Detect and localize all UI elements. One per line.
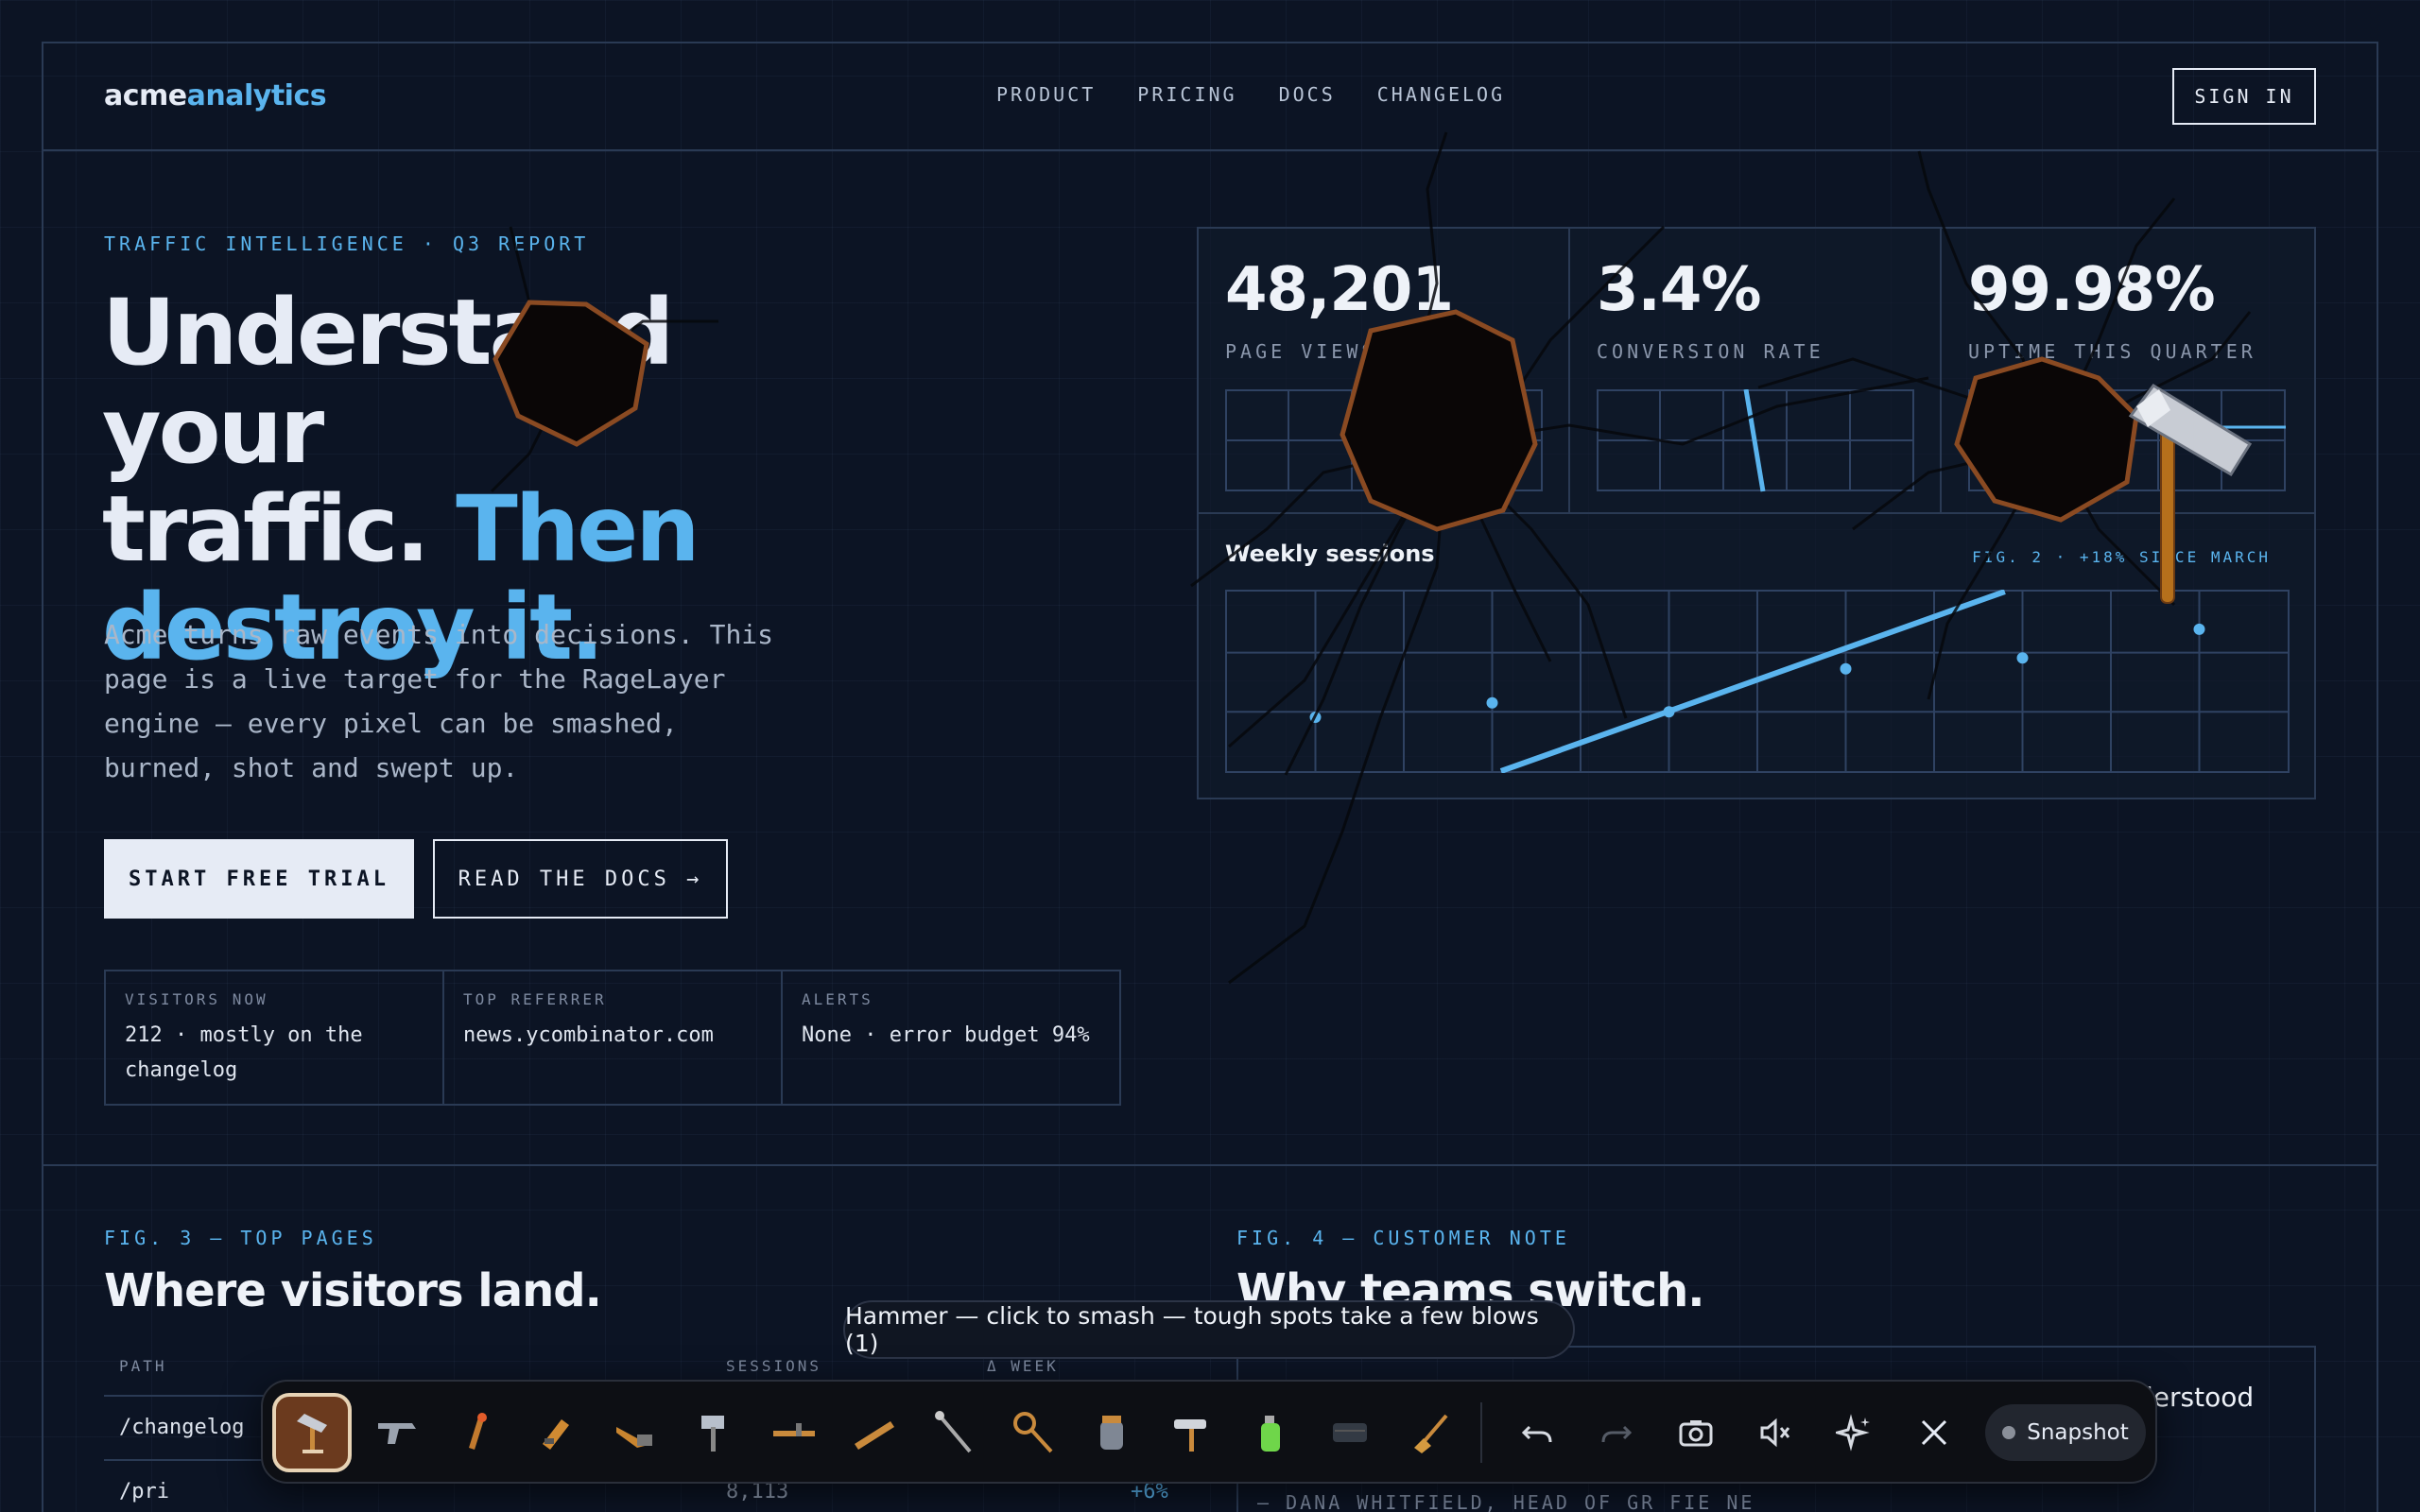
live-stats: VISITORS NOW 212 · mostly on the changel…: [104, 970, 1121, 1106]
weekly-sessions-chart: [1225, 590, 2290, 773]
axe-icon: [935, 1411, 972, 1453]
close-icon: [1921, 1419, 1947, 1446]
tape-icon: [1333, 1423, 1367, 1442]
sign-in-button[interactable]: SIGN IN: [2172, 68, 2316, 125]
hammer-icon: [297, 1414, 327, 1453]
bat-icon: [855, 1421, 894, 1450]
column-delta: Δ WEEK: [987, 1357, 1059, 1375]
flamethrower-icon: [469, 1413, 487, 1450]
mute-icon: [1760, 1418, 1790, 1448]
pistol-icon: [543, 1419, 569, 1450]
screenshot-button[interactable]: [1668, 1404, 1724, 1461]
jar-icon: [1100, 1416, 1123, 1450]
tool-lasso[interactable]: [993, 1393, 1072, 1472]
tool-pistol[interactable]: [516, 1393, 596, 1472]
tool-tape[interactable]: [1310, 1393, 1390, 1472]
sparkline-conversion: [1597, 389, 1914, 492]
tool-hammer[interactable]: [272, 1393, 352, 1472]
metric-page-views: 48,201 PAGE VIEWS · 24H: [1199, 229, 1570, 512]
tool-rifle[interactable]: [754, 1393, 834, 1472]
redo-icon: [1601, 1425, 1633, 1443]
tool-sledgehammer[interactable]: [675, 1393, 754, 1472]
tool-spray[interactable]: [1231, 1393, 1310, 1472]
stat-alerts: ALERTS None · error budget 94%: [802, 990, 1090, 1047]
tool-hint-toast: Hammer — click to smash — tough spots ta…: [843, 1300, 1575, 1359]
trend-line: [1499, 590, 2006, 773]
data-point: [2016, 652, 2029, 664]
effects-button[interactable]: [1826, 1404, 1883, 1461]
sparkline-uptime: [1968, 389, 2286, 491]
tool-chainsaw[interactable]: [596, 1393, 675, 1472]
start-free-trial-button[interactable]: START FREE TRIAL: [104, 839, 414, 919]
customer-attribution: — DANA WHITFIELD, HEAD OF GR FIE NE: [1257, 1491, 1755, 1512]
sparkle-icon: [1836, 1414, 1870, 1452]
nav-docs[interactable]: DOCS: [1279, 83, 1336, 106]
record-dot-icon: [2002, 1426, 2016, 1439]
undo-icon: [1521, 1425, 1552, 1443]
top-pages-title: Where visitors land.: [104, 1264, 602, 1317]
top-pages-eyebrow: FIG. 3 — TOP PAGES: [104, 1227, 377, 1249]
nav-pricing[interactable]: PRICING: [1137, 83, 1236, 106]
metric-uptime: 99.98% UPTIME THIS QUARTER: [1942, 229, 2313, 512]
weekly-sessions-title: Weekly sessions: [1225, 541, 1435, 567]
redo-button[interactable]: [1588, 1404, 1645, 1461]
sparkline-page-views: [1225, 389, 1543, 491]
tool-gun[interactable]: [357, 1393, 437, 1472]
nav-product[interactable]: PRODUCT: [996, 83, 1096, 106]
tool-broom[interactable]: [1390, 1393, 1469, 1472]
data-point: [1486, 696, 1498, 709]
data-point: [2193, 623, 2205, 635]
tool-axe[interactable]: [913, 1393, 993, 1472]
data-point: [1309, 712, 1322, 723]
metric-conversion: 3.4% CONVERSION RATE: [1570, 229, 1942, 512]
undo-button[interactable]: [1509, 1404, 1565, 1461]
customer-note-eyebrow: FIG. 4 — CUSTOMER NOTE: [1236, 1227, 1570, 1249]
stat-referrer: TOP REFERRER news.ycombinator.com: [444, 971, 783, 1104]
gun-icon: [378, 1423, 416, 1444]
rifle-icon: [773, 1423, 815, 1436]
close-button[interactable]: [1906, 1404, 1962, 1461]
hero-description: Acme turns raw events into decisions. Th…: [104, 619, 774, 783]
toolbar-separator: [1480, 1402, 1482, 1463]
section-divider: [42, 1164, 2378, 1166]
hero-eyebrow: TRAFFIC INTELLIGENCE · Q3 REPORT: [104, 232, 590, 255]
metric-cards: 48,201 PAGE VIEWS · 24H 3.4% CONVERSION …: [1199, 229, 2314, 514]
column-sessions: SESSIONS: [726, 1357, 822, 1375]
site-header: acmeanalytics PRODUCT PRICING DOCS CHANG…: [42, 42, 2378, 151]
stat-visitors: VISITORS NOW 212 · mostly on the changel…: [106, 971, 444, 1104]
chainsaw-icon: [616, 1427, 652, 1448]
tool-jar[interactable]: [1072, 1393, 1151, 1472]
metrics-panel: 48,201 PAGE VIEWS · 24H 3.4% CONVERSION …: [1197, 227, 2316, 799]
tool-roller[interactable]: [1151, 1393, 1231, 1472]
main-nav: PRODUCT PRICING DOCS CHANGELOG: [996, 83, 1505, 106]
lasso-icon: [1013, 1412, 1053, 1453]
spray-icon: [1261, 1416, 1280, 1452]
data-point: [1663, 706, 1675, 718]
data-point: [1840, 662, 1852, 675]
weekly-caption: FIG. 2 · +18% SINCE MARCH: [1972, 548, 2271, 566]
snapshot-button[interactable]: Snapshot: [1985, 1404, 2146, 1461]
read-the-docs-button[interactable]: READ THE DOCS →: [433, 839, 728, 919]
column-path: PATH: [119, 1357, 167, 1375]
camera-icon: [1679, 1420, 1713, 1447]
tool-flamethrower[interactable]: [437, 1393, 516, 1472]
tool-bat[interactable]: [834, 1393, 913, 1472]
customer-quote: lerstood: [2146, 1382, 2255, 1413]
mute-button[interactable]: [1747, 1404, 1804, 1461]
roller-icon: [1174, 1419, 1206, 1452]
brand-logo[interactable]: acmeanalytics: [104, 79, 327, 112]
nav-changelog[interactable]: CHANGELOG: [1377, 83, 1505, 106]
tool-toolbar: Snapshot: [261, 1380, 2157, 1484]
sledgehammer-icon: [701, 1416, 724, 1452]
broom-icon: [1414, 1414, 1448, 1453]
